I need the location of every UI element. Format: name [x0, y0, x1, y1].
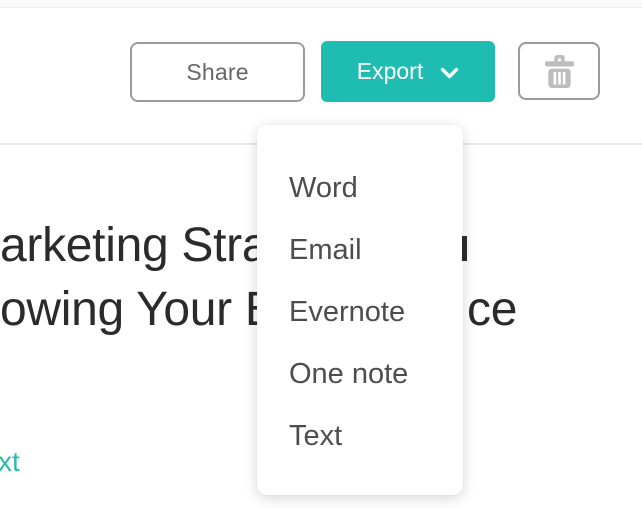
- export-menu-item-evernote[interactable]: Evernote: [257, 281, 463, 343]
- export-button[interactable]: Export: [321, 41, 495, 102]
- trash-icon: [544, 54, 574, 88]
- export-button-label: Export: [356, 58, 424, 84]
- cropped-link[interactable]: xt: [0, 446, 20, 478]
- document-heading-line2: owing Your E: [0, 283, 277, 336]
- export-menu-item-email[interactable]: Email: [257, 219, 463, 281]
- export-menu-item-word[interactable]: Word: [257, 157, 463, 219]
- export-menu-item-one-note[interactable]: One note: [257, 343, 463, 405]
- document-heading-line1-cropped-letter: [462, 236, 467, 261]
- document-heading-line1: arketing Stra: [0, 219, 269, 272]
- share-button-label: Share: [186, 58, 249, 85]
- chevron-down-icon: [440, 67, 459, 80]
- export-menu-item-text[interactable]: Text: [257, 405, 463, 467]
- document-heading-line2-cropped-end: ce: [467, 283, 518, 336]
- share-button[interactable]: Share: [130, 42, 305, 102]
- export-dropdown-menu: Word Email Evernote One note Text: [257, 125, 463, 495]
- page-top-edge: [0, 0, 642, 8]
- delete-button[interactable]: [518, 42, 600, 100]
